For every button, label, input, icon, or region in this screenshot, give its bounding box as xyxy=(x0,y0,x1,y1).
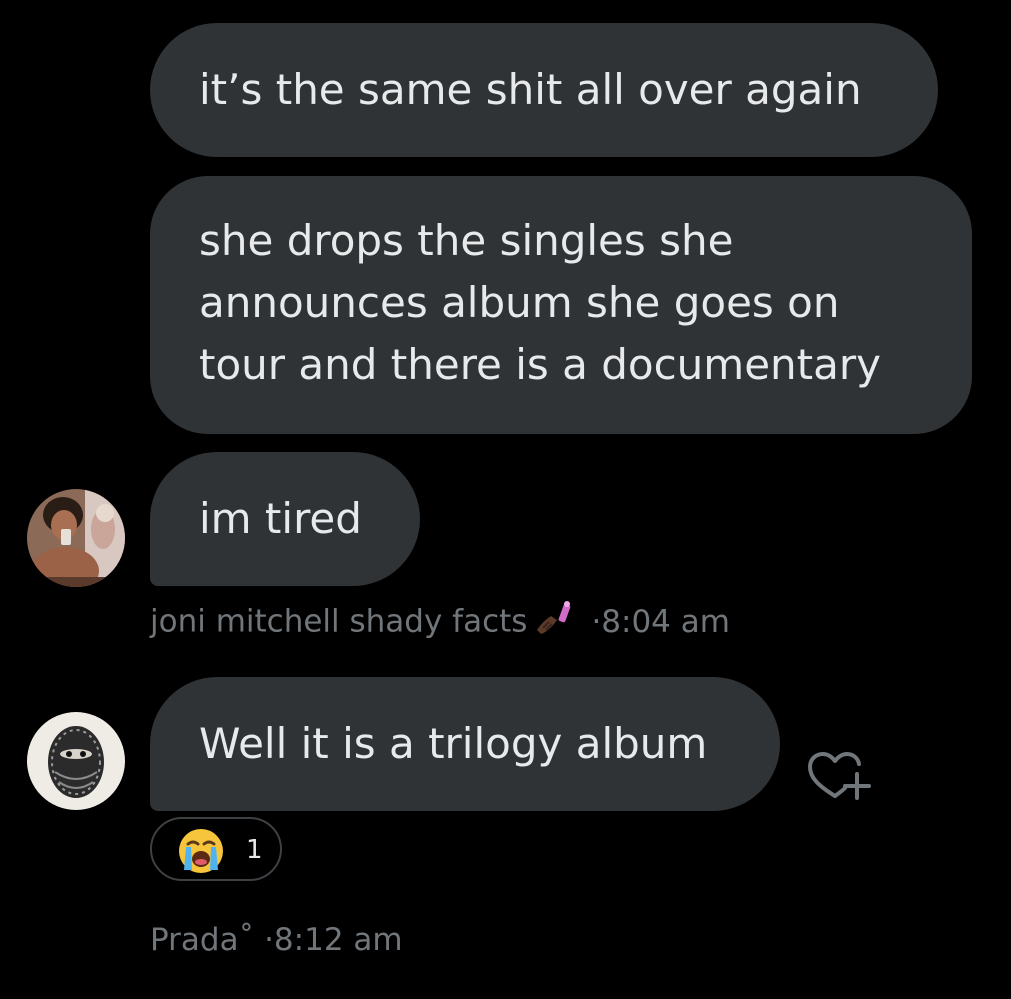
message-text-line: she drops the singles she xyxy=(199,216,734,265)
message-text-line: announces album she goes on xyxy=(199,278,840,327)
message-meta: Prada˚ ·8:12 am xyxy=(150,920,403,960)
message-bubble[interactable]: Well it is a trilogy album xyxy=(150,677,780,811)
message-bubble[interactable]: it’s the same shit all over again xyxy=(150,23,938,157)
message-meta: joni mitchell shady facts ·8:04 am xyxy=(150,600,730,646)
message-time: ·8:12 am xyxy=(264,922,403,958)
heart-plus-icon xyxy=(808,752,871,800)
message-bubble[interactable]: im tired xyxy=(150,452,420,586)
message-text-line: tour and there is a documentary xyxy=(199,340,881,389)
message-text: it’s the same shit all over again xyxy=(199,65,862,114)
reaction-count: 1 xyxy=(246,835,263,865)
avatar-photo xyxy=(27,712,125,810)
avatar[interactable] xyxy=(27,712,125,810)
message-time: ·8:04 am xyxy=(591,603,730,640)
message-text: Well it is a trilogy album xyxy=(199,719,708,768)
avatar[interactable] xyxy=(27,489,125,587)
avatar-photo xyxy=(27,489,125,587)
sender-name[interactable]: joni mitchell shady facts xyxy=(150,604,527,640)
loudly-crying-face-icon xyxy=(176,826,226,881)
nail-polish-icon xyxy=(535,600,575,646)
reaction-pill[interactable]: 1 xyxy=(150,817,282,881)
message-text: im tired xyxy=(199,494,362,543)
message-bubble[interactable]: she drops the singles she announces albu… xyxy=(150,176,972,434)
add-reaction-button[interactable] xyxy=(805,748,875,804)
sender-name[interactable]: Prada˚ xyxy=(150,922,254,958)
